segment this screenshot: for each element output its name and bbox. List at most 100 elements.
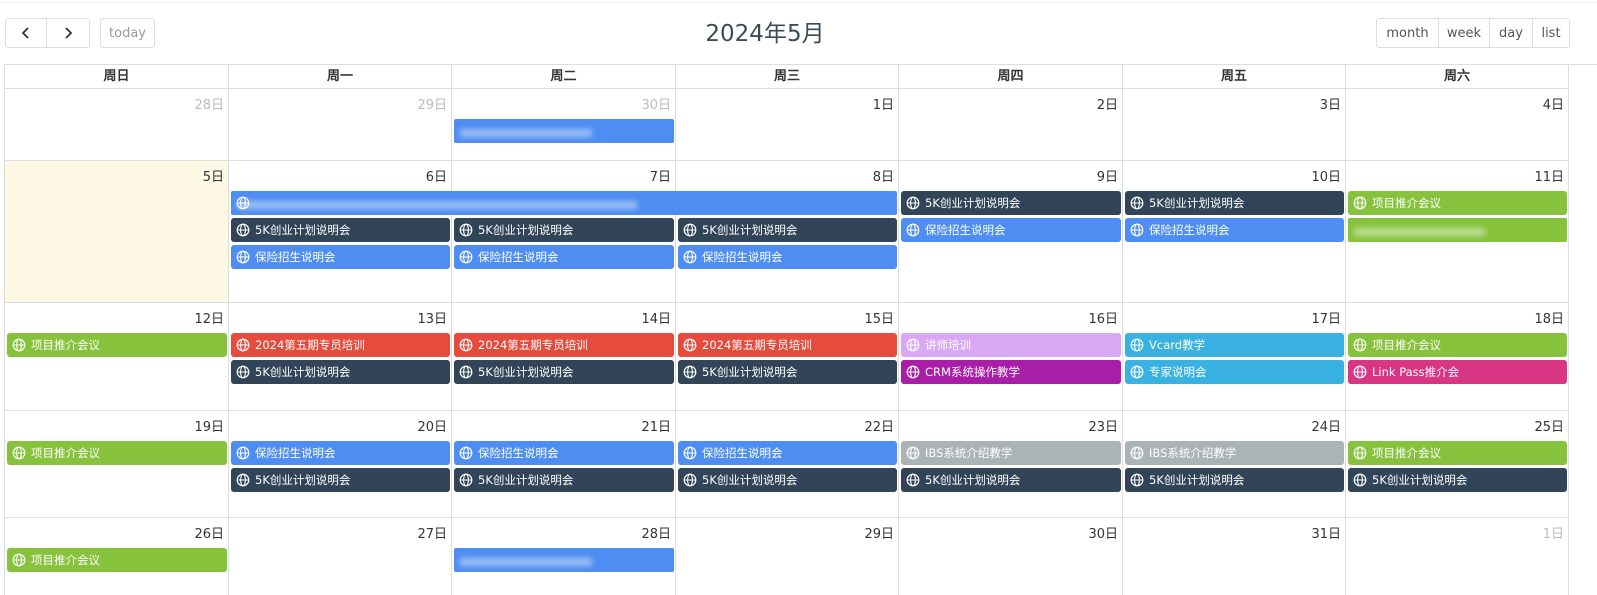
day-cell[interactable]: 18日 <box>1346 303 1569 411</box>
day-cell[interactable]: 27日 <box>229 518 452 595</box>
day-number[interactable]: 28日 <box>194 94 224 113</box>
event[interactable]: Link Pass推介会 <box>1348 360 1567 384</box>
event[interactable]: 5K创业计划说明会 <box>901 468 1121 492</box>
event[interactable]: CRM系统操作教学 <box>901 360 1121 384</box>
prev-month-button[interactable] <box>5 18 47 48</box>
day-cell[interactable]: 16日 <box>899 303 1123 411</box>
day-number[interactable]: 31日 <box>1311 523 1341 542</box>
day-number[interactable]: 25日 <box>1534 416 1564 435</box>
event[interactable]: 2024第五期专员培训 <box>231 333 450 357</box>
day-number[interactable]: 23日 <box>1088 416 1118 435</box>
event[interactable]: 项目推介会议 <box>7 333 227 357</box>
day-cell[interactable]: 29日 <box>229 89 452 161</box>
event[interactable]: 保险招生说明会 <box>231 245 450 269</box>
day-cell[interactable]: 15日 <box>676 303 899 411</box>
event[interactable]: IBS系统介绍教学 <box>901 441 1121 465</box>
day-number[interactable]: 9日 <box>1097 166 1118 185</box>
day-cell[interactable]: 4日 <box>1346 89 1569 161</box>
day-cell[interactable]: 1日 <box>1346 518 1569 595</box>
day-number[interactable]: 21日 <box>641 416 671 435</box>
day-cell-today[interactable]: 5日 <box>5 161 229 303</box>
event[interactable]: 5K创业计划说明会 <box>678 360 897 384</box>
day-cell[interactable]: 1日 <box>676 89 899 161</box>
day-number[interactable]: 19日 <box>194 416 224 435</box>
day-number[interactable]: 10日 <box>1311 166 1341 185</box>
view-list-button[interactable]: list <box>1532 18 1570 48</box>
event[interactable]: 保险招生说明会 <box>678 441 897 465</box>
event-redacted[interactable] <box>454 548 674 572</box>
day-cell[interactable]: 28日 <box>5 89 229 161</box>
day-number[interactable]: 26日 <box>194 523 224 542</box>
day-cell[interactable]: 12日 <box>5 303 229 411</box>
today-button[interactable]: today <box>100 18 155 48</box>
day-number[interactable]: 13日 <box>417 308 447 327</box>
event[interactable]: 讲师培训 <box>901 333 1121 357</box>
day-number[interactable]: 28日 <box>641 523 671 542</box>
event[interactable]: 专家说明会 <box>1125 360 1344 384</box>
event[interactable]: 项目推介会议 <box>1348 191 1567 215</box>
next-month-button[interactable] <box>46 18 90 48</box>
event[interactable]: 5K创业计划说明会 <box>901 191 1121 215</box>
event-redacted[interactable] <box>1348 218 1567 242</box>
day-number[interactable]: 4日 <box>1543 94 1564 113</box>
day-cell[interactable]: 17日 <box>1123 303 1346 411</box>
day-number[interactable]: 30日 <box>1088 523 1118 542</box>
event[interactable]: 5K创业计划说明会 <box>678 218 897 242</box>
day-cell[interactable]: 2日 <box>899 89 1123 161</box>
event-redacted[interactable] <box>454 119 674 143</box>
day-cell[interactable]: 29日 <box>676 518 899 595</box>
event[interactable]: 5K创业计划说明会 <box>454 468 674 492</box>
event[interactable]: 2024第五期专员培训 <box>454 333 674 357</box>
day-number[interactable]: 24日 <box>1311 416 1341 435</box>
event[interactable]: Vcard教学 <box>1125 333 1344 357</box>
day-number[interactable]: 7日 <box>650 166 671 185</box>
day-cell[interactable]: 3日 <box>1123 89 1346 161</box>
event[interactable]: 保险招生说明会 <box>454 441 674 465</box>
event-redacted[interactable] <box>231 191 897 215</box>
day-number[interactable]: 22日 <box>864 416 894 435</box>
day-number[interactable]: 1日 <box>1543 523 1564 542</box>
day-number[interactable]: 17日 <box>1311 308 1341 327</box>
event[interactable]: 保险招生说明会 <box>678 245 897 269</box>
event[interactable]: 保险招生说明会 <box>454 245 674 269</box>
day-number[interactable]: 1日 <box>873 94 894 113</box>
day-number[interactable]: 20日 <box>417 416 447 435</box>
day-cell[interactable]: 13日 <box>229 303 452 411</box>
event[interactable]: 5K创业计划说明会 <box>1348 468 1567 492</box>
day-cell[interactable]: 14日 <box>452 303 676 411</box>
day-number[interactable]: 29日 <box>864 523 894 542</box>
event[interactable]: 保险招生说明会 <box>231 441 450 465</box>
day-number[interactable]: 11日 <box>1534 166 1564 185</box>
day-number[interactable]: 30日 <box>641 94 671 113</box>
day-cell[interactable]: 31日 <box>1123 518 1346 595</box>
day-number[interactable]: 5日 <box>203 166 224 185</box>
view-week-button[interactable]: week <box>1438 18 1490 48</box>
event[interactable]: 5K创业计划说明会 <box>454 360 674 384</box>
event[interactable]: 保险招生说明会 <box>1125 218 1344 242</box>
event[interactable]: 5K创业计划说明会 <box>231 468 450 492</box>
day-number[interactable]: 15日 <box>864 308 894 327</box>
event[interactable]: IBS系统介绍教学 <box>1125 441 1344 465</box>
event[interactable]: 保险招生说明会 <box>901 218 1121 242</box>
view-month-button[interactable]: month <box>1376 18 1439 48</box>
day-number[interactable]: 14日 <box>641 308 671 327</box>
day-number[interactable]: 12日 <box>194 308 224 327</box>
event[interactable]: 5K创业计划说明会 <box>231 218 450 242</box>
event[interactable]: 5K创业计划说明会 <box>1125 468 1344 492</box>
day-number[interactable]: 27日 <box>417 523 447 542</box>
event[interactable]: 5K创业计划说明会 <box>454 218 674 242</box>
event[interactable]: 项目推介会议 <box>1348 333 1567 357</box>
day-number[interactable]: 18日 <box>1534 308 1564 327</box>
event[interactable]: 2024第五期专员培训 <box>678 333 897 357</box>
day-number[interactable]: 29日 <box>417 94 447 113</box>
event[interactable]: 项目推介会议 <box>7 548 227 572</box>
day-number[interactable]: 2日 <box>1097 94 1118 113</box>
event[interactable]: 项目推介会议 <box>7 441 227 465</box>
view-day-button[interactable]: day <box>1489 18 1533 48</box>
event[interactable]: 5K创业计划说明会 <box>231 360 450 384</box>
day-cell[interactable]: 30日 <box>899 518 1123 595</box>
event[interactable]: 5K创业计划说明会 <box>1125 191 1344 215</box>
day-number[interactable]: 3日 <box>1320 94 1341 113</box>
day-number[interactable]: 6日 <box>426 166 447 185</box>
day-number[interactable]: 8日 <box>873 166 894 185</box>
